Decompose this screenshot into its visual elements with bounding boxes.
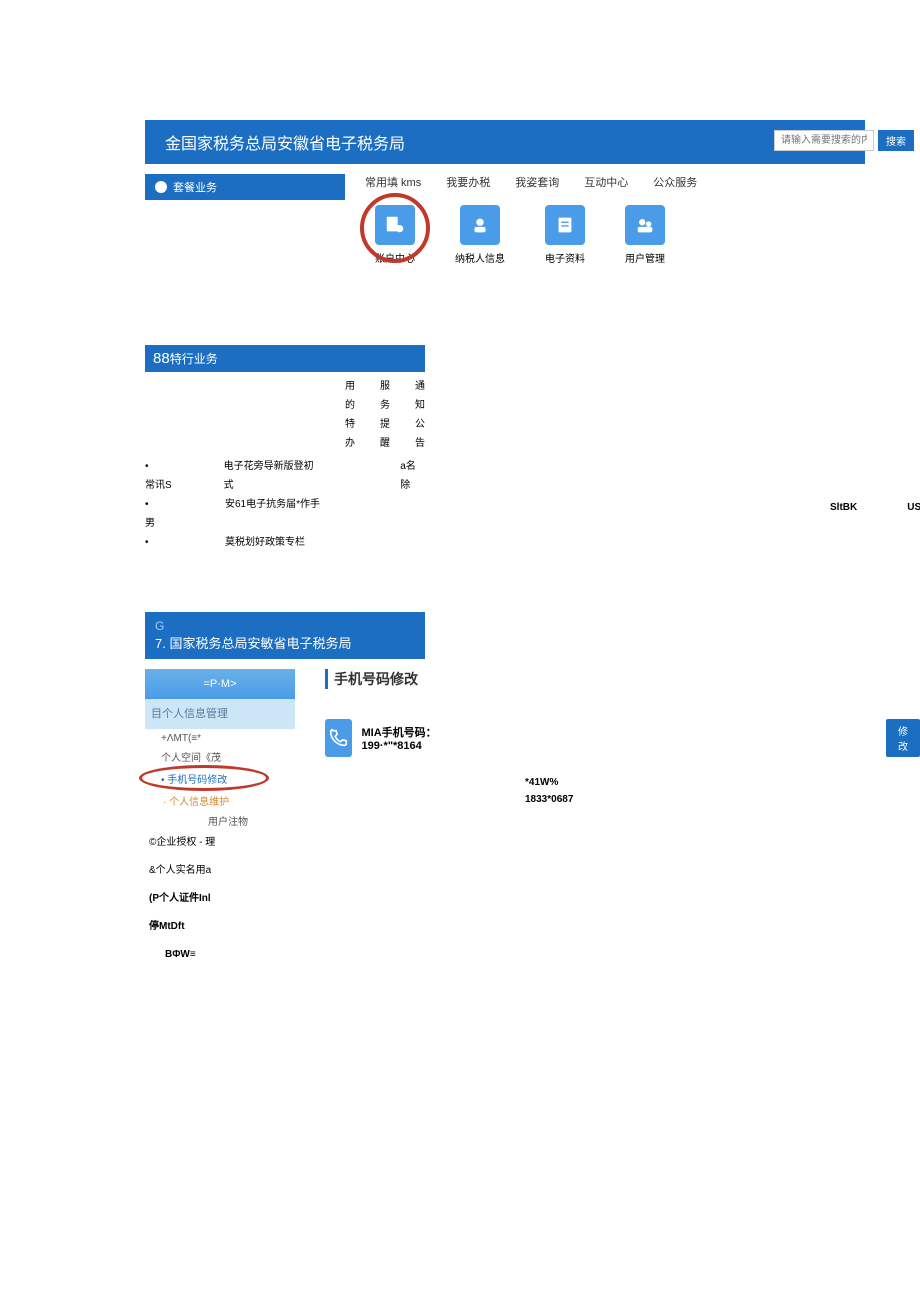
phone-icon [325,719,352,757]
icon-label: 用户管理 [625,250,665,265]
icon-label: 电子资料 [545,250,585,265]
float-text-2: 1833*0687 [525,794,920,805]
phone-text: MIA手机号码：199·*"*8164 [362,724,457,752]
menu-item-7[interactable]: &个人实名用a [145,861,295,881]
tab-handle[interactable]: 我要办税 [446,174,490,190]
list-left-2: 男 [145,518,155,529]
tab-common[interactable]: 常用填 kms [365,174,421,190]
tab-notice[interactable]: 通知公告 [415,377,425,453]
section3-header: G 7. 国家税务总局安敏省电子税务局 [145,612,425,659]
menu-item-phone-modify[interactable]: • 手机号码修改 [145,769,295,793]
panel-title: 手机号码修改 [325,669,920,689]
tab-interact[interactable]: 互动中心 [584,174,628,190]
phone-label: MIA手机号码： [362,727,437,739]
banner-88: 88特行业务 [145,345,425,372]
header-title: 金国家税务总局安徽省电子税务局 [165,136,405,153]
banner-text: 特行业务 [170,352,218,366]
menu-item-5[interactable]: 用户注物 [145,813,295,833]
phone-value: 199·*"*8164 [362,740,422,752]
users-icon [634,214,656,236]
menu-top: =P·M> [145,669,295,699]
list-sub: a名除 [400,457,425,495]
icon-label: 纳税人信息 [455,250,505,265]
icon-account-center[interactable]: 账户中心 [375,205,415,265]
sidebar-label: 套餐业务 [173,179,217,195]
tab-public[interactable]: 公众服务 [653,174,697,190]
right-label-b: US [907,502,920,513]
header3-title: 7. 国家税务总局安敏省电子税务局 [155,635,415,653]
icon-taxpayer-info[interactable]: 纳税人信息 [455,205,505,265]
search-input[interactable] [774,130,874,151]
menu-item-10[interactable]: BΦW≡ [145,945,295,965]
tab-query[interactable]: 我姿套询 [515,174,559,190]
left-menu: =P·M> 目个人信息管理 +ΛMT(≡* 个人空间《茂 • 手机号码修改 · … [145,669,295,965]
list-item-2[interactable]: 安61电子抗务届*作手 [225,495,320,533]
list-left-1: 常讯S [145,480,172,491]
menu-item-6[interactable]: ©企业授权 - 理 [145,833,295,853]
sidebar-card[interactable]: 套餐业务 [145,174,345,200]
menu-item-4[interactable]: · 个人信息维护 [145,793,295,813]
search-bar: 搜索 [774,130,914,151]
tab-reminder[interactable]: 服务提醒 [380,377,390,453]
menu-item-8[interactable]: (P个人证件Inl [145,889,295,909]
list-item-1[interactable]: 电子花旁导新版登初式 [224,457,321,495]
float-text-1: *41W% [525,777,920,788]
menu-item-1[interactable]: +ΛMT(≡* [145,729,295,749]
banner-number: 88 [153,350,170,367]
icon-label: 账户中心 [375,250,415,265]
document-user-icon [384,214,406,236]
list-item-3[interactable]: 莫税划好政策专栏 [225,533,305,552]
page-header: 金国家税务总局安徽省电子税务局 [145,120,865,164]
tab-todo[interactable]: 用的特办 [345,377,355,453]
file-icon [554,214,576,236]
modify-button[interactable]: 修改 [886,719,920,757]
menu-item-9[interactable]: 停MtDft [145,917,295,937]
home-icon [155,181,167,193]
menu-section-title: 目个人信息管理 [145,699,295,729]
search-button[interactable]: 搜索 [878,130,914,151]
user-badge-icon [469,214,491,236]
header-g: G [155,618,415,635]
menu-item-2[interactable]: 个人空间《茂 [145,749,295,769]
right-label-a: SltBK [830,502,857,513]
nav-tabs: 常用填 kms 我要办税 我姿套询 互动中心 公众服务 [365,174,697,190]
icon-user-mgmt[interactable]: 用户管理 [625,205,665,265]
icon-edata[interactable]: 电子资料 [545,205,585,265]
